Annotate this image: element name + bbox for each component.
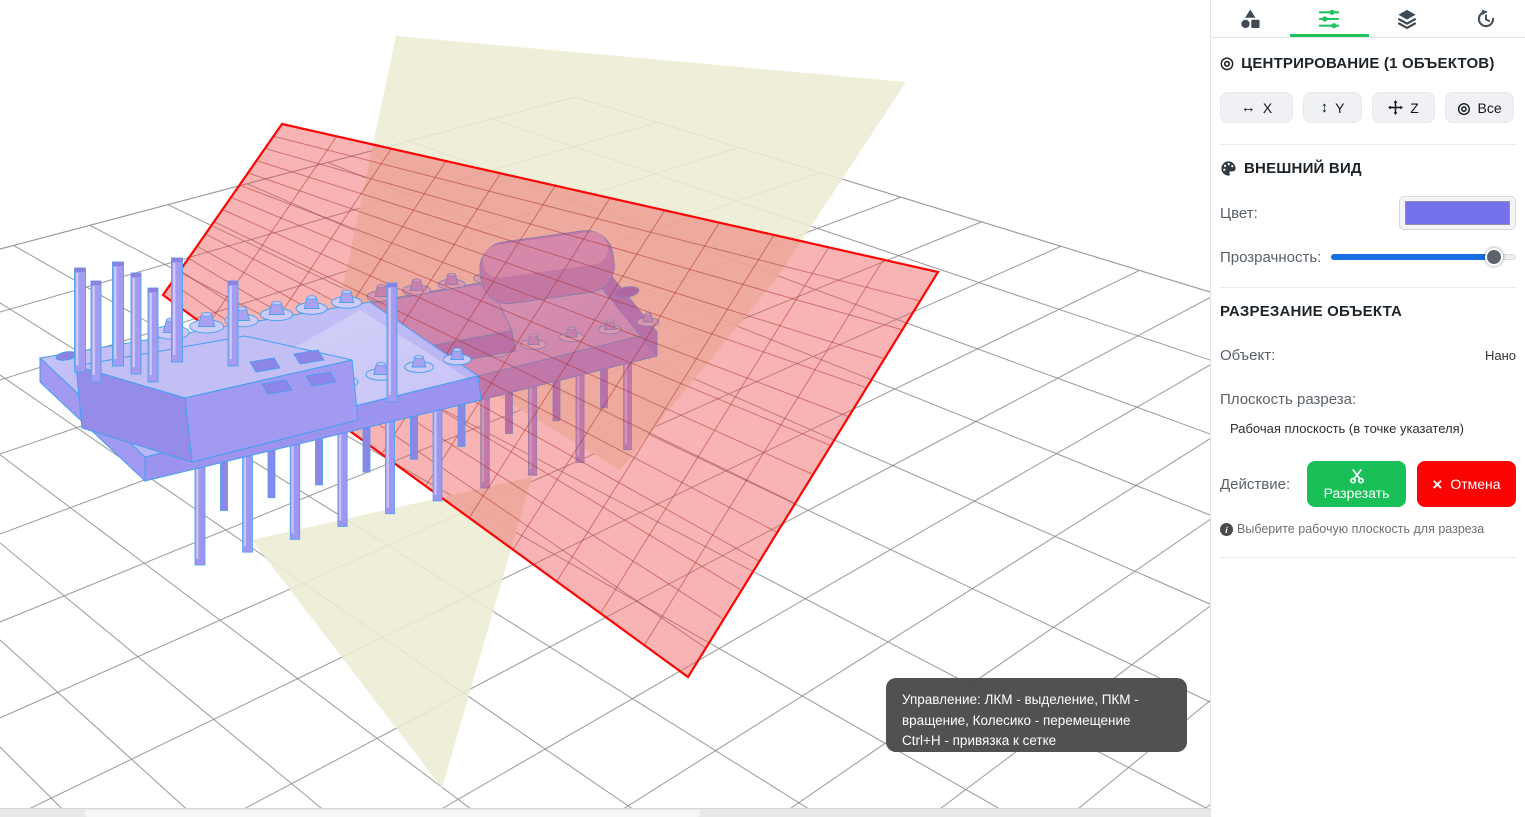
pin-cone xyxy=(306,295,317,300)
pin-highlight xyxy=(434,400,437,495)
sliders-icon xyxy=(1318,9,1339,28)
pin-highlight xyxy=(386,413,389,508)
appearance-title: ВНЕШНИЙ ВИД xyxy=(1244,160,1362,177)
action-row: Действие: Разрезать × Отмена xyxy=(1220,461,1516,507)
target-icon: ◎ xyxy=(1457,99,1471,117)
scissors-icon xyxy=(1349,468,1364,484)
slider-thumb[interactable] xyxy=(1484,248,1503,266)
panel-tabbar xyxy=(1211,0,1525,38)
scrollbar-thumb[interactable] xyxy=(85,810,700,817)
color-picker[interactable] xyxy=(1399,196,1516,230)
cancel-button[interactable]: × Отмена xyxy=(1417,461,1516,507)
tall-pin-cap xyxy=(171,258,183,262)
viewport-3d[interactable]: Управление: ЛКМ - выделение, ПКМ - враще… xyxy=(0,0,1210,817)
arrow-vertical-icon: ↕ xyxy=(1320,99,1329,116)
tab-properties[interactable] xyxy=(1290,0,1369,37)
centering-heading: ◎ ЦЕНТРИРОВАНИЕ (1 ОБЪЕКТОВ) xyxy=(1220,53,1516,73)
tooltip-line: Ctrl+H - привязка к сетке xyxy=(902,733,1057,749)
layers-icon xyxy=(1398,9,1417,29)
panel-content: ◎ ЦЕНТРИРОВАНИЕ (1 ОБЪЕКТОВ) ↔ X ↕ Y Z ◎… xyxy=(1211,53,1525,558)
tooltip-line: вращение, Колесико - перемещение xyxy=(902,712,1131,728)
tab-shapes[interactable] xyxy=(1211,0,1290,37)
action-label: Действие: xyxy=(1220,475,1291,493)
center-z-button[interactable]: Z xyxy=(1372,92,1435,123)
center-x-button[interactable]: ↔ X xyxy=(1220,92,1293,123)
tall-pin-cap xyxy=(148,288,158,292)
tall-pin-cap xyxy=(112,262,124,266)
shapes-icon xyxy=(1241,8,1260,28)
object-value: Нано xyxy=(1484,348,1516,363)
horizontal-scrollbar[interactable] xyxy=(0,808,1210,817)
opacity-slider-fill xyxy=(1331,254,1494,260)
opacity-row: Прозрачность: xyxy=(1220,248,1516,266)
pin-highlight xyxy=(196,469,199,559)
controls-tooltip: Управление: ЛКМ - выделение, ПКМ - враще… xyxy=(886,678,1187,752)
centering-buttons: ↔ X ↕ Y Z ◎ Все xyxy=(1220,92,1516,123)
center-z-label: Z xyxy=(1410,99,1419,116)
tall-pin-highlight xyxy=(76,273,79,365)
object-row: Объект: Нано xyxy=(1220,347,1516,364)
cut-button-label: Разрезать xyxy=(1323,484,1390,501)
center-x-label: X xyxy=(1262,99,1273,116)
center-y-label: Y xyxy=(1335,99,1345,116)
centering-title: ЦЕНТРИРОВАНИЕ (1 ОБЪЕКТОВ) xyxy=(1241,54,1495,72)
tall-pin-highlight xyxy=(92,286,95,375)
arrow-horizontal-icon: ↔ xyxy=(1240,99,1256,116)
opacity-slider[interactable] xyxy=(1331,248,1516,266)
hint-row: i Выберите рабочую плоскость для разреза xyxy=(1220,522,1516,536)
target-icon: ◎ xyxy=(1220,55,1235,72)
cancel-icon: × xyxy=(1432,474,1443,494)
tooltip-line: Управление: ЛКМ - выделение, ПКМ - xyxy=(902,692,1139,707)
tab-history[interactable] xyxy=(1447,0,1525,37)
color-row: Цвет: xyxy=(1220,194,1516,232)
info-icon: i xyxy=(1220,523,1233,536)
tall-pin-highlight xyxy=(229,286,232,359)
pin-cone xyxy=(201,312,212,317)
tall-pin-highlight xyxy=(149,293,152,375)
pin-cone xyxy=(376,361,386,367)
pin-cone xyxy=(271,300,282,306)
color-swatch[interactable] xyxy=(1405,201,1510,225)
move-icon xyxy=(1388,100,1404,115)
tall-pin-cap xyxy=(131,273,141,277)
opacity-label: Прозрачность: xyxy=(1220,248,1322,266)
pin-highlight xyxy=(339,427,342,521)
history-icon xyxy=(1477,8,1494,27)
tall-pin-cap xyxy=(91,281,101,285)
plane-label: Плоскость разреза: xyxy=(1220,391,1357,408)
palette-icon xyxy=(1221,161,1236,176)
pin-cone xyxy=(341,289,352,294)
tall-pin-highlight xyxy=(114,267,117,359)
center-all-label: Все xyxy=(1477,99,1502,116)
pin-highlight xyxy=(243,455,247,547)
center-all-button[interactable]: ◎ Все xyxy=(1445,92,1514,123)
pin-highlight xyxy=(291,441,294,534)
divider xyxy=(1220,144,1516,145)
hint-text: Выберите рабочую плоскость для разреза xyxy=(1237,522,1485,536)
plane-value: Рабочая плоскость (в точке указателя) xyxy=(1230,421,1464,436)
object-label: Объект: xyxy=(1220,347,1276,364)
center-y-button[interactable]: ↕ Y xyxy=(1303,92,1362,123)
tall-pin-cap xyxy=(228,281,238,285)
tab-layers[interactable] xyxy=(1368,0,1447,37)
properties-panel: ◎ ЦЕНТРИРОВАНИЕ (1 ОБЪЕКТОВ) ↔ X ↕ Y Z ◎… xyxy=(1210,0,1525,817)
color-label: Цвет: xyxy=(1220,204,1258,222)
tall-pin-cap xyxy=(74,268,86,272)
appearance-heading: ВНЕШНИЙ ВИД xyxy=(1220,160,1516,177)
divider xyxy=(1220,557,1516,558)
slicing-title: РАЗРЕЗАНИЕ ОБЪЕКТА xyxy=(1220,303,1403,320)
active-tab-indicator xyxy=(1290,34,1369,37)
cut-button[interactable]: Разрезать xyxy=(1307,461,1406,507)
slicing-heading: РАЗРЕЗАНИЕ ОБЪЕКТА xyxy=(1220,303,1516,320)
tall-pin-highlight xyxy=(132,278,135,367)
divider xyxy=(1220,287,1516,288)
pin-cone xyxy=(452,347,462,352)
tall-pin-highlight xyxy=(173,263,176,355)
tall-pin-highlight xyxy=(388,288,391,395)
tall-pin-cap xyxy=(387,283,397,287)
action-buttons: Разрезать × Отмена xyxy=(1307,461,1516,507)
cancel-button-label: Отмена xyxy=(1450,476,1501,492)
app-window: Управление: ЛКМ - выделение, ПКМ - враще… xyxy=(0,0,1525,817)
pin-cone xyxy=(414,354,424,359)
